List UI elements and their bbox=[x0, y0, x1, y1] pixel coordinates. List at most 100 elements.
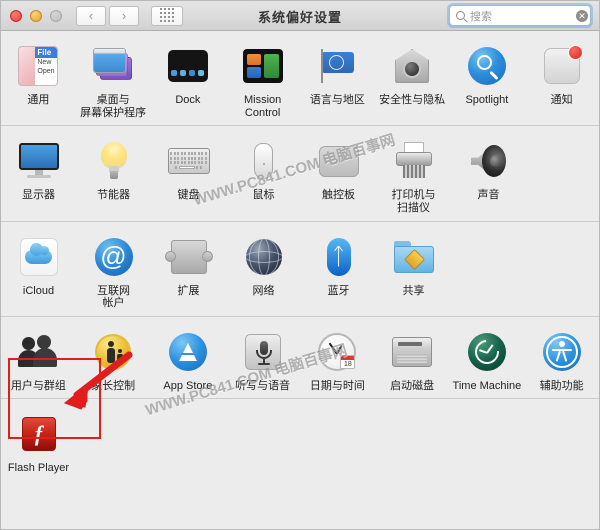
pref-item-extensions[interactable]: 扩展 bbox=[151, 232, 226, 310]
pref-label: 听写与语音 bbox=[235, 379, 291, 392]
network-icon bbox=[245, 238, 282, 275]
preferences-grid: File New Open 通用 桌面与 屏幕保护程序 Dock Mission… bbox=[1, 31, 599, 482]
navigation-buttons: ‹ › bbox=[76, 5, 139, 26]
internet-accounts-icon: @ bbox=[94, 237, 133, 276]
row-other: f Flash Player bbox=[1, 399, 599, 481]
pref-item-date-time[interactable]: 18 日期与时间 bbox=[300, 327, 375, 393]
pref-item-time-machine[interactable]: Time Machine bbox=[450, 327, 525, 393]
close-button[interactable] bbox=[10, 9, 22, 22]
forward-button[interactable]: › bbox=[109, 5, 139, 26]
pref-item-accessibility[interactable]: 辅助功能 bbox=[524, 327, 599, 393]
pref-item-language-region[interactable]: 语言与地区 bbox=[300, 41, 375, 119]
search-field-wrapper: 搜索 ✕ bbox=[447, 3, 593, 28]
row-system: 用户与群组 家长控制 App Store 听写与语音 18 日期与时间 启动磁盘… bbox=[1, 317, 599, 400]
date-time-icon: 18 bbox=[318, 332, 357, 371]
window-titlebar: ‹ › 系统偏好设置 搜索 ✕ bbox=[1, 1, 599, 31]
pref-label: Time Machine bbox=[452, 379, 522, 392]
pref-item-general[interactable]: File New Open 通用 bbox=[1, 41, 76, 119]
pref-label: 打印机与 扫描仪 bbox=[391, 189, 436, 214]
row-hardware: 显示器 节能器 键盘 鼠标 触控板 打印机与 扫描仪 声音 bbox=[1, 126, 599, 222]
users-groups-icon bbox=[18, 334, 58, 369]
app-store-icon bbox=[168, 332, 207, 371]
extensions-icon bbox=[164, 239, 213, 274]
pref-item-desktop-screensaver[interactable]: 桌面与 屏幕保护程序 bbox=[76, 41, 151, 119]
pref-label: 网络 bbox=[252, 284, 275, 297]
pref-item-printers-scanners[interactable]: 打印机与 扫描仪 bbox=[376, 136, 451, 214]
pref-item-mission-control[interactable]: Mission Control bbox=[225, 41, 300, 119]
pref-item-displays[interactable]: 显示器 bbox=[1, 136, 76, 214]
time-machine-icon bbox=[467, 332, 506, 371]
search-input[interactable]: 搜索 bbox=[449, 5, 591, 26]
startup-disk-icon bbox=[392, 336, 433, 367]
security-privacy-icon bbox=[393, 47, 431, 85]
mouse-icon bbox=[254, 143, 273, 180]
dock-icon bbox=[167, 50, 208, 82]
sound-icon bbox=[469, 144, 509, 178]
pref-item-notifications[interactable]: 通知 bbox=[524, 41, 599, 119]
pref-item-security-privacy[interactable]: 安全性与隐私 bbox=[375, 41, 450, 119]
calendar-day: 18 bbox=[343, 360, 352, 368]
pref-item-keyboard[interactable]: 键盘 bbox=[151, 136, 226, 214]
pref-label: 触控板 bbox=[322, 189, 355, 202]
desktop-screensaver-icon bbox=[92, 45, 134, 87]
pref-item-internet-accounts[interactable]: @ 互联网 帐户 bbox=[76, 232, 151, 310]
pref-label: 节能器 bbox=[97, 189, 130, 202]
pref-item-trackpad[interactable]: 触控板 bbox=[301, 136, 376, 214]
pref-label: 鼠标 bbox=[252, 189, 275, 202]
general-icon: File New Open bbox=[18, 46, 59, 86]
accessibility-icon bbox=[542, 332, 581, 371]
mission-control-icon bbox=[242, 49, 283, 83]
printers-scanners-icon bbox=[394, 142, 434, 180]
pref-label: Spotlight bbox=[465, 94, 509, 106]
pref-label: Mission Control bbox=[243, 94, 282, 119]
grid-icon bbox=[159, 8, 175, 23]
pref-label: 声音 bbox=[477, 189, 500, 202]
keyboard-icon bbox=[167, 148, 210, 175]
pref-item-dictation-speech[interactable]: 听写与语音 bbox=[225, 327, 300, 393]
pref-item-dock[interactable]: Dock bbox=[151, 41, 226, 119]
pref-item-spotlight[interactable]: Spotlight bbox=[450, 41, 525, 119]
pref-label: 互联网 帐户 bbox=[97, 284, 130, 310]
pref-item-sharing[interactable]: 共享 bbox=[376, 232, 451, 310]
sharing-icon bbox=[393, 240, 434, 273]
displays-icon bbox=[18, 143, 59, 179]
notifications-icon bbox=[543, 45, 583, 84]
pref-label: Dock bbox=[175, 94, 201, 106]
system-preferences-window: ‹ › 系统偏好设置 搜索 ✕ File New Open 通用 桌面与 屏幕保… bbox=[0, 0, 600, 530]
spotlight-icon bbox=[467, 47, 506, 85]
zoom-button[interactable] bbox=[50, 9, 62, 22]
pref-item-icloud[interactable]: iCloud bbox=[1, 232, 76, 310]
pref-item-flash-player[interactable]: f Flash Player bbox=[1, 409, 76, 475]
minimize-button[interactable] bbox=[30, 9, 42, 22]
pref-label: 家长控制 bbox=[91, 379, 136, 392]
pref-label: 启动磁盘 bbox=[390, 379, 435, 392]
pref-label: 语言与地区 bbox=[309, 94, 365, 106]
parental-controls-icon bbox=[95, 333, 132, 370]
pref-item-network[interactable]: 网络 bbox=[226, 232, 301, 310]
pref-item-users-groups[interactable]: 用户与群组 bbox=[1, 327, 76, 393]
back-button[interactable]: ‹ bbox=[76, 5, 106, 26]
pref-label: 用户与群组 bbox=[10, 379, 66, 392]
pref-item-energy-saver[interactable]: 节能器 bbox=[76, 136, 151, 214]
pref-item-app-store[interactable]: App Store bbox=[151, 327, 226, 393]
pref-item-startup-disk[interactable]: 启动磁盘 bbox=[375, 327, 450, 393]
bluetooth-icon: ᛏ bbox=[326, 237, 351, 276]
pref-label: 桌面与 屏幕保护程序 bbox=[80, 94, 147, 119]
row-internet: iCloud @ 互联网 帐户 扩展 网络 ᛏ 蓝牙 共享 bbox=[1, 222, 599, 317]
pref-item-sound[interactable]: 声音 bbox=[451, 136, 526, 214]
pref-label: 共享 bbox=[402, 284, 425, 297]
pref-label: 蓝牙 bbox=[327, 284, 350, 297]
energy-saver-icon bbox=[99, 142, 129, 180]
pref-item-parental-controls[interactable]: 家长控制 bbox=[76, 327, 151, 393]
pref-label: 辅助功能 bbox=[539, 379, 584, 392]
pref-label: 显示器 bbox=[22, 189, 55, 202]
search-clear-button[interactable]: ✕ bbox=[576, 9, 588, 22]
pref-label: 扩展 bbox=[177, 284, 200, 297]
icloud-icon bbox=[19, 237, 58, 276]
pref-label: Flash Player bbox=[7, 462, 70, 475]
pref-item-bluetooth[interactable]: ᛏ 蓝牙 bbox=[301, 232, 376, 310]
show-all-button[interactable] bbox=[151, 5, 183, 26]
pref-label: 通知 bbox=[550, 94, 573, 106]
traffic-lights bbox=[1, 9, 62, 22]
pref-item-mouse[interactable]: 鼠标 bbox=[226, 136, 301, 214]
